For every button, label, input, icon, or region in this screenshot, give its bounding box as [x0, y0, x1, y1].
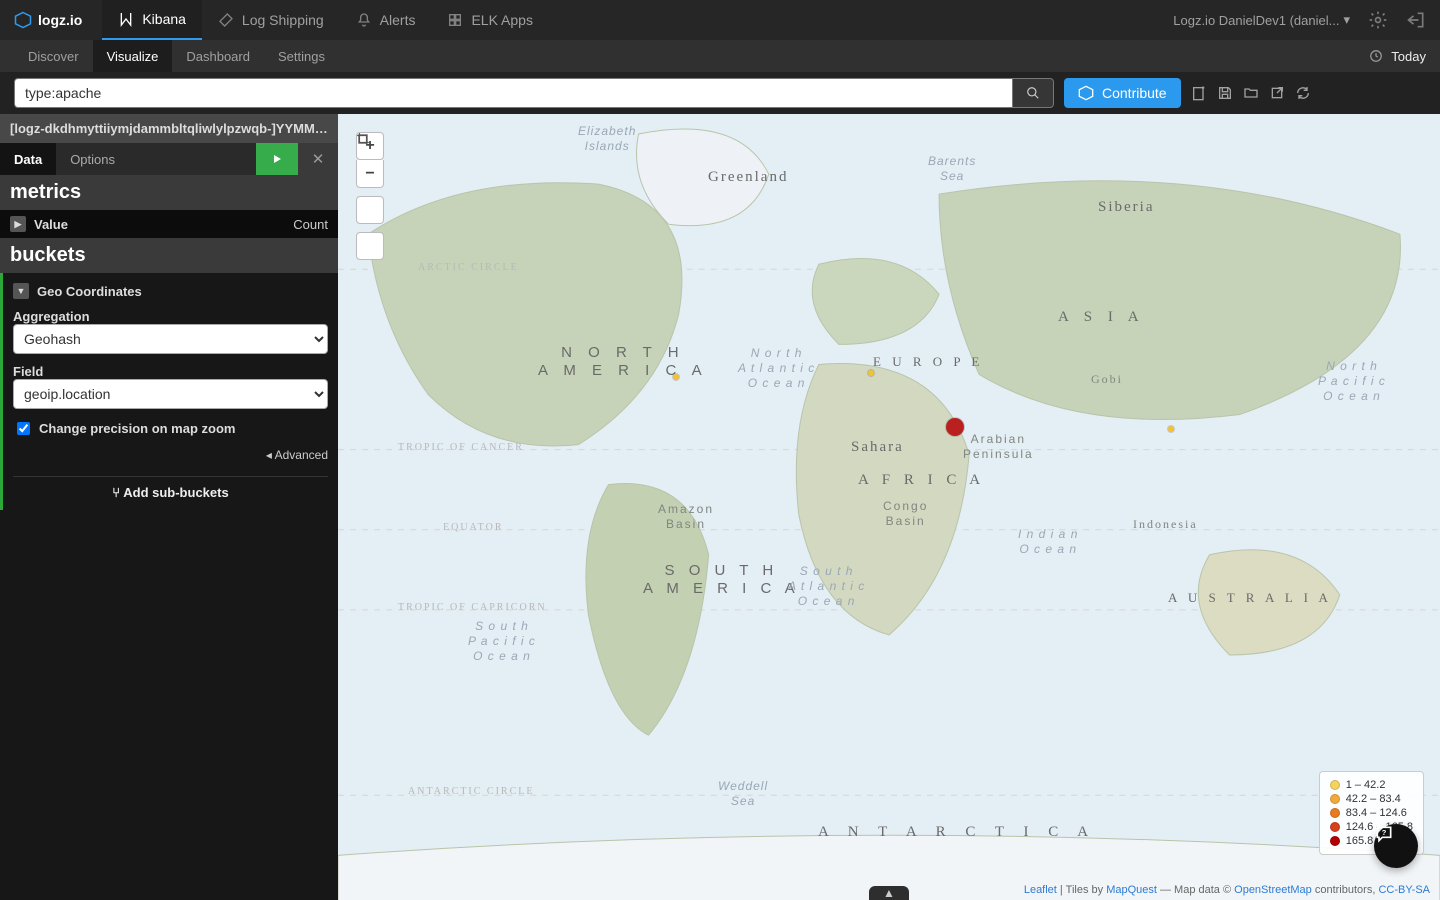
nav-item-log-shipping[interactable]: Log Shipping [202, 0, 340, 40]
share-icon[interactable] [1269, 85, 1285, 101]
logz-hex-icon [14, 11, 32, 29]
nav-label: Log Shipping [242, 12, 324, 28]
top-nav: logz.io Kibana Log Shipping Alerts ELK A… [0, 0, 1440, 40]
buckets-header: buckets [0, 238, 338, 273]
precision-checkbox-row[interactable]: Change precision on map zoom [13, 419, 328, 438]
geo-coords-label: Geo Coordinates [37, 284, 142, 299]
chevron-down-icon[interactable]: ▼ [13, 283, 29, 299]
leaflet-link[interactable]: Leaflet [1024, 884, 1057, 896]
map-attribution: Leaflet | Tiles by MapQuest — Map data ©… [1024, 884, 1430, 896]
search-wrap [14, 78, 1054, 108]
brand-text: logz.io [38, 12, 82, 28]
save-icon[interactable] [1217, 85, 1233, 101]
nav-label: Alerts [380, 12, 416, 28]
legend-dot [1330, 822, 1340, 832]
query-toolbar: Contribute [0, 72, 1440, 114]
legend-dot [1330, 808, 1340, 818]
hex-icon [1078, 85, 1094, 101]
user-menu[interactable]: Logz.io DanielDev1 (daniel... ▾ [1173, 12, 1350, 28]
discard-button[interactable]: ✕ [298, 143, 338, 175]
bucket-body: ▼ Geo Coordinates Aggregation Geohash Fi… [0, 273, 338, 510]
tab-data[interactable]: Data [0, 143, 56, 175]
user-label: Logz.io DanielDev1 (daniel... [1173, 13, 1339, 28]
nav-item-alerts[interactable]: Alerts [340, 0, 432, 40]
fit-bounds-button[interactable] [356, 196, 384, 224]
workspace: [logz-dkdhmyttiiymjdammbltqliwlylpzwqb-]… [0, 114, 1440, 900]
bell-icon [356, 12, 372, 28]
metrics-header: metrics [0, 175, 338, 210]
play-icon [271, 153, 283, 165]
search-button[interactable] [1012, 78, 1054, 108]
subnav-dashboard[interactable]: Dashboard [172, 40, 264, 72]
chat-question-icon: ? [1374, 824, 1394, 844]
legend-row: 83.4 – 124.6 [1330, 806, 1413, 820]
map-marker[interactable] [1168, 426, 1174, 432]
expand-handle[interactable]: ▲ [869, 886, 909, 900]
tile-map[interactable]: ElizabethIslands Greenland BarentsSea Si… [338, 114, 1440, 900]
search-icon [1026, 86, 1040, 100]
index-pattern-bar[interactable]: [logz-dkdhmyttiiymjdammbltqliwlylpzwqb-]… [0, 114, 338, 143]
sub-nav: Discover Visualize Dashboard Settings To… [0, 40, 1440, 72]
map-svg [338, 114, 1440, 900]
new-vis-icon[interactable] [1191, 85, 1207, 101]
query-input[interactable] [14, 78, 1012, 108]
nav-item-kibana[interactable]: Kibana [102, 0, 202, 40]
refresh-icon[interactable] [1295, 85, 1311, 101]
svg-text:?: ? [1382, 828, 1387, 837]
logout-icon[interactable] [1406, 10, 1426, 30]
apps-icon [447, 12, 463, 28]
open-icon[interactable] [1243, 85, 1259, 101]
clock-icon [1369, 49, 1383, 63]
contribute-button[interactable]: Contribute [1064, 78, 1181, 108]
osm-link[interactable]: OpenStreetMap [1234, 884, 1312, 896]
mapquest-link[interactable]: MapQuest [1106, 884, 1157, 896]
legend-dot [1330, 794, 1340, 804]
settings-gear-icon[interactable] [1368, 10, 1388, 30]
brand-logo[interactable]: logz.io [14, 11, 82, 29]
metric-agg-label: Count [293, 217, 328, 232]
crop-button[interactable] [356, 232, 384, 260]
subnav-settings[interactable]: Settings [264, 40, 339, 72]
precision-label: Change precision on map zoom [39, 421, 235, 436]
add-sub-buckets[interactable]: ⑂ Add sub-buckets [13, 476, 328, 500]
map-marker-big[interactable] [946, 418, 964, 436]
legend-dot [1330, 836, 1340, 846]
chevron-right-icon[interactable]: ▶ [10, 216, 26, 232]
caret-down-icon: ▾ [1343, 12, 1350, 28]
timepicker[interactable]: Today [1391, 49, 1426, 64]
map-marker[interactable] [868, 370, 874, 376]
metric-row[interactable]: ▶ Value Count [0, 210, 338, 238]
zoom-out-button[interactable]: − [356, 160, 384, 188]
metric-value-label: Value [34, 217, 68, 232]
aggregation-select[interactable]: Geohash [13, 324, 328, 354]
map-marker[interactable] [673, 374, 679, 380]
legend-row: 42.2 – 83.4 [1330, 792, 1413, 806]
bucket-header[interactable]: ▼ Geo Coordinates [13, 283, 328, 299]
field-select[interactable]: geoip.location [13, 379, 328, 409]
kibana-icon [118, 11, 134, 27]
subnav-discover[interactable]: Discover [14, 40, 93, 72]
cc-link[interactable]: CC-BY-SA [1378, 884, 1430, 896]
legend-row: 1 – 42.2 [1330, 778, 1413, 792]
nav-item-elk-apps[interactable]: ELK Apps [431, 0, 549, 40]
aggregation-label: Aggregation [13, 309, 328, 324]
subnav-visualize[interactable]: Visualize [93, 40, 173, 72]
legend-dot [1330, 780, 1340, 790]
contribute-label: Contribute [1102, 85, 1167, 101]
nav-label: Kibana [142, 11, 186, 27]
field-label: Field [13, 364, 328, 379]
zoom-controls: + − [356, 132, 384, 260]
tools-icon [218, 12, 234, 28]
nav-label: ELK Apps [471, 12, 533, 28]
vis-editor-sidebar: [logz-dkdhmyttiiymjdammbltqliwlylpzwqb-]… [0, 114, 338, 900]
advanced-toggle[interactable]: ◂ Advanced [13, 448, 328, 462]
precision-checkbox[interactable] [17, 422, 30, 435]
help-button[interactable]: ? [1374, 824, 1418, 868]
editor-tabs: Data Options ✕ [0, 143, 338, 175]
run-button[interactable] [256, 143, 298, 175]
crop-icon [356, 132, 370, 146]
tab-options[interactable]: Options [56, 143, 129, 175]
